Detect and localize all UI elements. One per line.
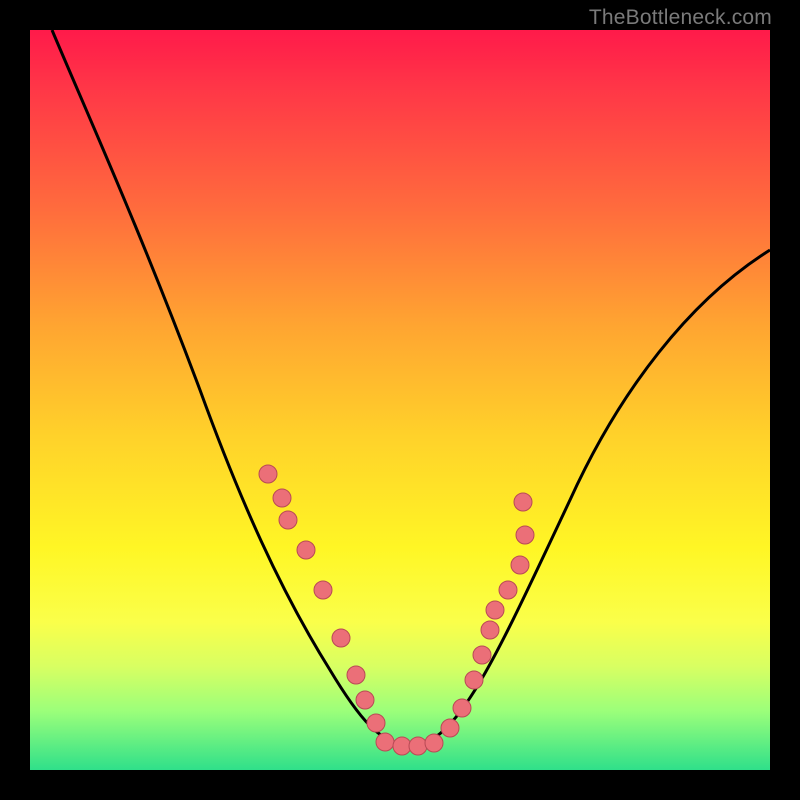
data-point (486, 601, 504, 619)
data-point (356, 691, 374, 709)
data-point (332, 629, 350, 647)
data-point (499, 581, 517, 599)
watermark-text: TheBottleneck.com (589, 6, 772, 30)
bottleneck-curve-svg (30, 30, 770, 770)
data-point (393, 737, 411, 755)
data-point (511, 556, 529, 574)
data-point (297, 541, 315, 559)
data-point (465, 671, 483, 689)
data-point (453, 699, 471, 717)
data-point (347, 666, 365, 684)
chart-container: TheBottleneck.com (0, 0, 800, 800)
data-point (514, 493, 532, 511)
data-point (481, 621, 499, 639)
data-point (367, 714, 385, 732)
data-point (441, 719, 459, 737)
data-point (273, 489, 291, 507)
data-point (516, 526, 534, 544)
data-point (279, 511, 297, 529)
data-point (259, 465, 277, 483)
data-point (425, 734, 443, 752)
data-point (376, 733, 394, 751)
data-point (409, 737, 427, 755)
data-point (314, 581, 332, 599)
data-point (473, 646, 491, 664)
bottleneck-curve-path (52, 30, 770, 745)
plot-area (30, 30, 770, 770)
